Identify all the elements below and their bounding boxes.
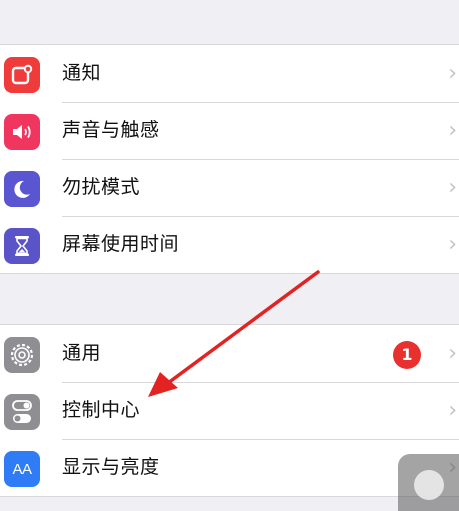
settings-group-1: 通知 › 声音与触感 › 勿扰模式 › 屏幕使用时间 › [0, 44, 459, 274]
settings-row-control-center[interactable]: 控制中心 › [0, 382, 459, 439]
assistive-touch-button[interactable] [398, 454, 459, 511]
settings-label-sounds: 声音与触感 [62, 119, 160, 141]
settings-label-screen-time: 屏幕使用时间 [62, 233, 180, 255]
chevron-right-icon: › [448, 232, 457, 257]
settings-label-display-brightness: 显示与亮度 [62, 456, 160, 478]
hourglass-icon [4, 228, 40, 264]
settings-row-notifications[interactable]: 通知 › [0, 45, 459, 102]
chevron-right-icon: › [448, 341, 457, 366]
settings-row-display-brightness[interactable]: AA 显示与亮度 › [0, 439, 459, 496]
notifications-icon [4, 57, 40, 93]
settings-row-screen-time[interactable]: 屏幕使用时间 › [0, 216, 459, 273]
chevron-right-icon: › [448, 118, 457, 143]
settings-label-general: 通用 [62, 342, 102, 364]
sounds-icon [4, 114, 40, 150]
settings-row-general[interactable]: 通用 1 › [0, 325, 459, 382]
settings-label-do-not-disturb: 勿扰模式 [62, 176, 141, 198]
settings-label-notifications: 通知 [62, 62, 102, 84]
chevron-right-icon: › [448, 398, 457, 423]
settings-row-sounds[interactable]: 声音与触感 › [0, 102, 459, 159]
settings-row-do-not-disturb[interactable]: 勿扰模式 › [0, 159, 459, 216]
text-size-icon-glyph: AA [12, 460, 32, 478]
moon-icon [4, 171, 40, 207]
settings-group-2: 通用 1 › 控制中心 › AA 显示与亮度 › [0, 324, 459, 497]
gear-icon [4, 337, 40, 373]
chevron-right-icon: › [448, 175, 457, 200]
text-size-icon: AA [4, 451, 40, 487]
chevron-right-icon: › [448, 61, 457, 86]
settings-label-control-center: 控制中心 [62, 399, 141, 421]
update-count-badge: 1 [393, 341, 421, 369]
toggle-switches-icon [4, 394, 40, 430]
